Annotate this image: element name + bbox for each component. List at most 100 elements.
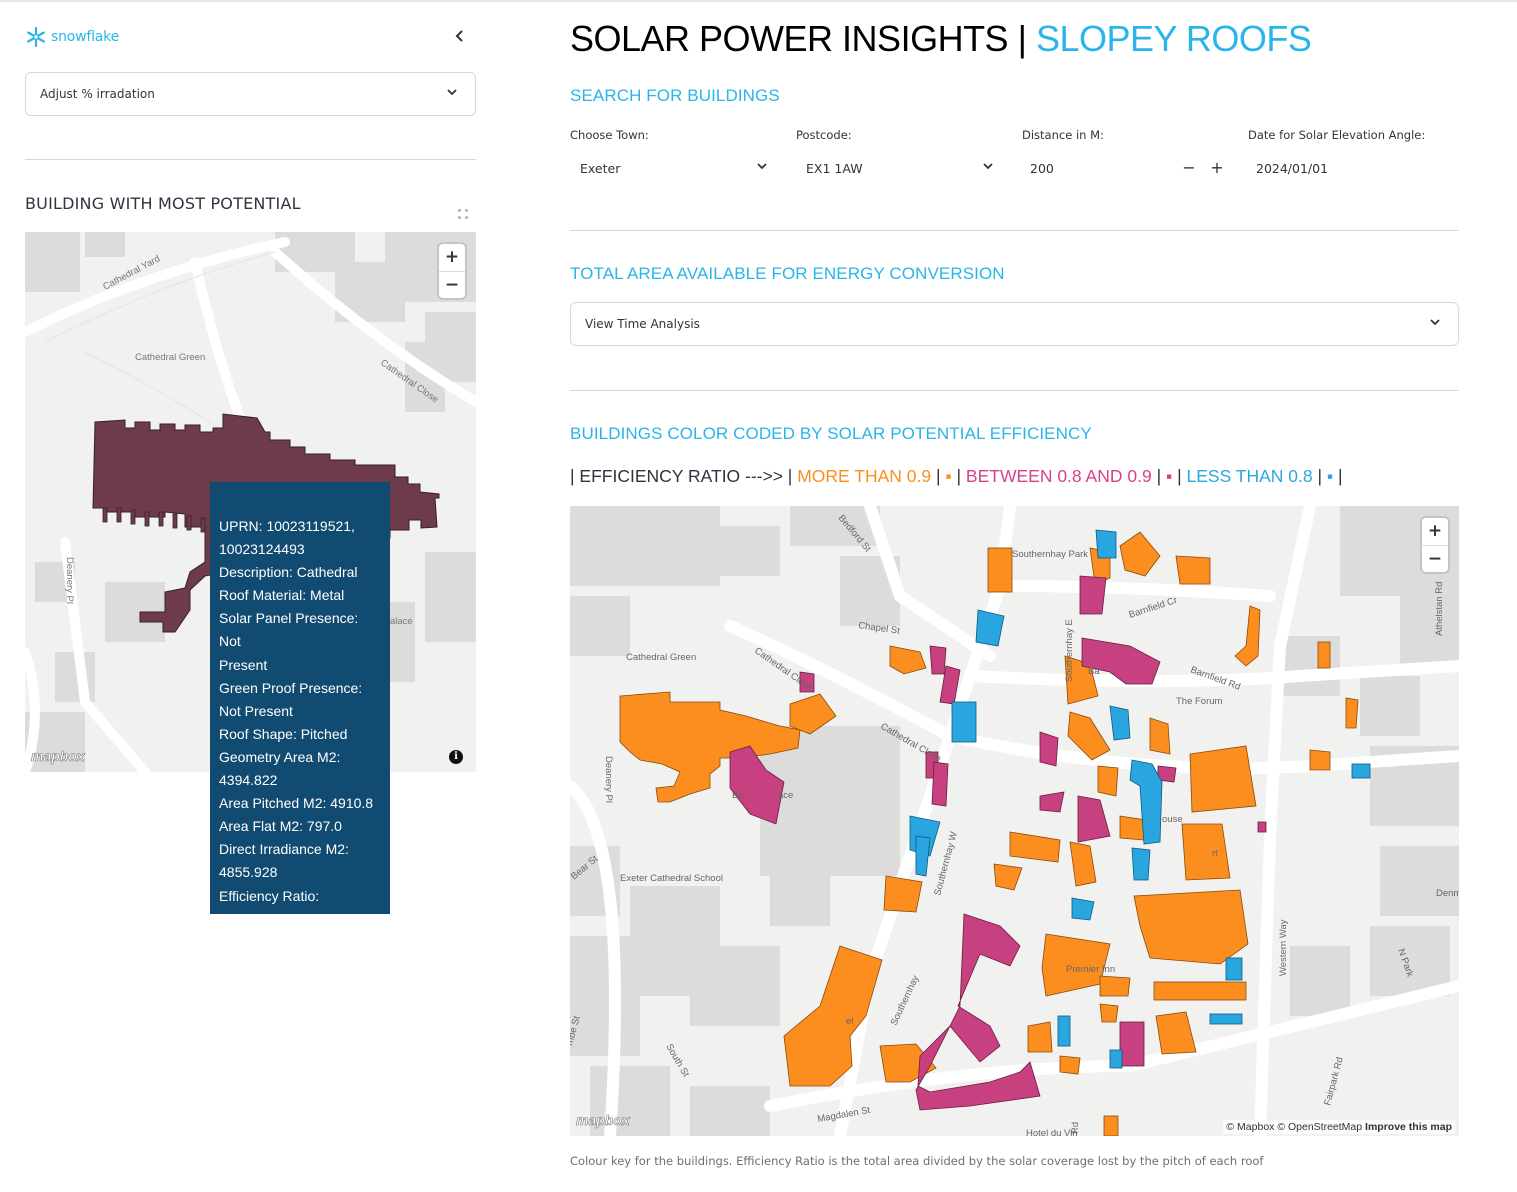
page-title: SOLAR POWER INSIGHTS | SLOPEY ROOFS <box>570 18 1312 60</box>
legend-mid-swatch: ▪ <box>1165 466 1173 486</box>
time-analysis-expander[interactable]: View Time Analysis <box>570 302 1459 346</box>
legend-prefix: | EFFICIENCY RATIO --->> | <box>570 466 793 486</box>
map-label: Bis <box>732 790 745 801</box>
tooltip-line: Not Present <box>219 702 293 719</box>
building-tooltip: UPRN: 10023119521, 10023124493 Descripti… <box>210 482 390 927</box>
map-label: Western Way <box>1278 919 1289 976</box>
map-label: Ba <box>1088 666 1100 677</box>
zoom-out-button[interactable]: − <box>1422 545 1448 572</box>
collapse-sidebar-button[interactable] <box>452 28 468 44</box>
efficiency-legend: | EFFICIENCY RATIO --->> | MORE THAN 0.9… <box>570 466 1343 487</box>
map-label: The Forum <box>1176 696 1223 707</box>
town-select[interactable]: Exeter <box>570 150 775 188</box>
distance-label: Distance in M: <box>1022 128 1104 142</box>
chevron-down-icon <box>445 85 459 103</box>
tooltip-line: Efficiency Ratio: <box>219 887 320 904</box>
postcode-value: EX1 1AW <box>806 161 863 176</box>
search-heading: SEARCH FOR BUILDINGS <box>570 86 780 105</box>
sidebar-divider <box>25 159 476 160</box>
chevron-left-icon <box>455 30 463 42</box>
buildings-map-canvas: Bedford St Southernhay Park Barnfield Cr… <box>570 506 1459 1136</box>
legend-separator: | <box>1338 466 1343 486</box>
map-label: el <box>846 1016 853 1027</box>
divider <box>570 230 1459 231</box>
tooltip-line: Geometry Area M2: <box>219 748 341 765</box>
legend-separator: | <box>935 466 941 486</box>
divider <box>570 390 1459 391</box>
tooltip-line: 4855.928 <box>219 864 278 881</box>
distance-input[interactable]: 200 <box>1020 150 1170 188</box>
map-label: alace <box>390 616 413 627</box>
buildings-heading: BUILDINGS COLOR CODED BY SOLAR POTENTIAL… <box>570 424 1092 443</box>
chevron-down-icon <box>1428 315 1442 333</box>
date-label: Date for Solar Elevation Angle: <box>1248 128 1426 142</box>
map-caption: Colour key for the buildings. Efficiency… <box>570 1154 1264 1168</box>
distance-value: 200 <box>1030 161 1054 176</box>
mapbox-logo[interactable]: mapbox <box>31 748 85 765</box>
sidebar: snowflake Adjust % irradation BUILDING W… <box>0 2 500 1192</box>
legend-mid-label: BETWEEN 0.8 AND 0.9 <box>965 466 1152 486</box>
map-label: Denm <box>1436 888 1459 899</box>
legend-separator: | <box>1317 466 1323 486</box>
zoom-controls: + − <box>1422 518 1448 572</box>
legend-high-swatch: ▪ <box>945 466 952 486</box>
postcode-label: Postcode: <box>796 128 852 142</box>
distance-increment-button[interactable]: + <box>1209 158 1225 177</box>
postcode-select[interactable]: EX1 1AW <box>796 150 1001 188</box>
irradiation-expander[interactable]: Adjust % irradation <box>25 72 476 116</box>
map-label: Premier Inn <box>1066 964 1115 975</box>
map-label: ouse <box>1162 814 1183 825</box>
map-label: Deanery Pl <box>603 756 614 803</box>
legend-low-label: LESS THAN 0.8 <box>1186 466 1313 486</box>
fullscreen-icon <box>458 209 468 219</box>
zoom-controls: + − <box>439 244 465 298</box>
legend-low-swatch: ▪ <box>1326 466 1334 486</box>
legend-high-label: MORE THAN 0.9 <box>797 466 932 486</box>
irradiation-expander-label: Adjust % irradation <box>40 87 155 101</box>
tooltip-line: Roof Shape: Pitched <box>219 725 348 742</box>
legend-separator: | <box>1177 466 1182 486</box>
time-analysis-label: View Time Analysis <box>585 317 700 331</box>
tooltip-line: Roof Material: Metal <box>219 587 345 604</box>
snowflake-icon <box>27 26 45 48</box>
snowflake-logo: snowflake <box>25 26 119 48</box>
improve-map-link[interactable]: Improve this map <box>1365 1121 1452 1133</box>
map-label: ace <box>778 790 793 801</box>
distance-decrement-button[interactable]: − <box>1181 158 1197 177</box>
tooltip-line: Solar Panel Presence: Not <box>219 610 359 650</box>
map-label: Cathedral Green <box>626 652 696 663</box>
tooltip-line: Direct Irradiance M2: <box>219 841 349 858</box>
zoom-in-button[interactable]: + <box>1422 518 1448 545</box>
zoom-out-button[interactable]: − <box>439 271 465 298</box>
zoom-in-button[interactable]: + <box>439 244 465 271</box>
tooltip-line: Area Pitched M2: 4910.8 <box>219 795 374 812</box>
logo-text: snowflake <box>51 29 120 45</box>
chevron-down-icon <box>755 159 769 177</box>
map-label: Cathedral Green <box>135 352 205 363</box>
tooltip-line: UPRN: 10023119521, <box>219 518 355 534</box>
area-heading: TOTAL AREA AVAILABLE FOR ENERGY CONVERSI… <box>570 264 1005 283</box>
buildings-map[interactable]: Bedford St Southernhay Park Barnfield Cr… <box>570 506 1459 1136</box>
tooltip-line: 4394.822 <box>219 772 278 789</box>
tooltip-line: Description: Cathedral <box>219 564 358 581</box>
tooltip-line: 10023124493 <box>219 541 305 558</box>
attribution-text[interactable]: © Mapbox © OpenStreetMap <box>1226 1121 1362 1133</box>
town-value: Exeter <box>580 161 621 176</box>
date-input[interactable]: 2024/01/01 <box>1246 150 1458 188</box>
tooltip-line: 1.10492029029 <box>219 910 317 927</box>
mapbox-logo[interactable]: mapbox <box>576 1112 630 1129</box>
map-label: Athelstan Rd <box>1434 582 1445 636</box>
town-label: Choose Town: <box>570 128 649 142</box>
map-label: Exeter Cathedral School <box>620 873 723 884</box>
map-label: Southernhay E <box>1064 619 1075 682</box>
title-main: SOLAR POWER INSIGHTS | <box>570 18 1027 59</box>
tooltip-line: Area Flat M2: 797.0 <box>219 818 342 835</box>
info-icon[interactable]: i <box>449 750 463 764</box>
date-value: 2024/01/01 <box>1256 161 1329 176</box>
tooltip-line: Present <box>219 656 268 673</box>
map-label: Rd <box>1070 1122 1081 1134</box>
chevron-down-icon <box>981 159 995 177</box>
map-label: rt <box>1212 848 1218 859</box>
map-label: Deanery Pl <box>64 557 75 604</box>
fullscreen-button[interactable] <box>455 209 471 225</box>
